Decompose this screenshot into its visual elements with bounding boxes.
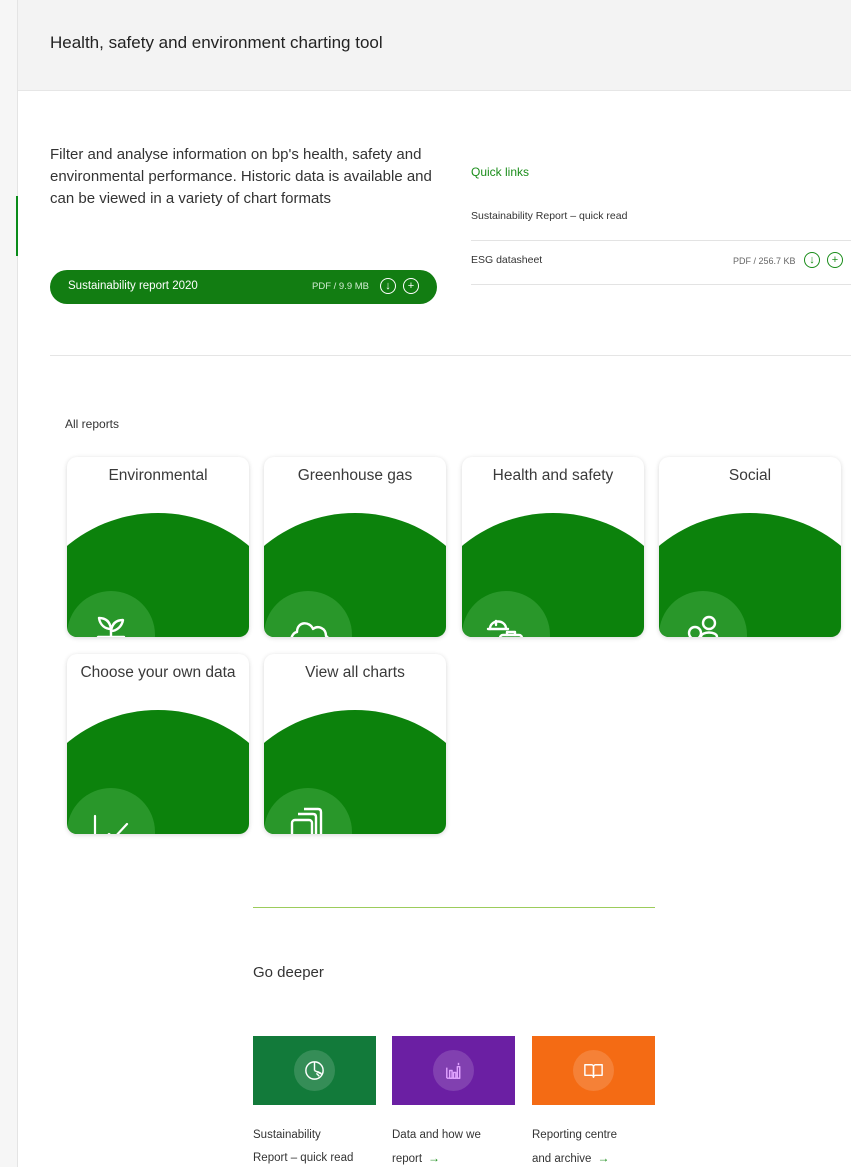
quick-link-label: Sustainability Report – quick read (471, 210, 628, 222)
stacked-cards-icon (264, 788, 352, 834)
tile-dome (67, 513, 249, 637)
card-thumbnail (253, 1036, 376, 1105)
card-line-1: Sustainability (253, 1129, 321, 1141)
tile-greenhouse-gas[interactable]: Greenhouse gas (264, 457, 446, 637)
go-deeper-card-sustainability-report[interactable]: Sustainability Report – quick read (253, 1036, 376, 1170)
tile-label: Choose your own data (80, 664, 236, 681)
all-reports-title: All reports (65, 417, 120, 431)
tile-dome (462, 513, 644, 637)
go-deeper-divider (253, 907, 655, 908)
hardhat-medkit-icon (462, 591, 550, 637)
go-deeper-card-data-and-how-we-report[interactable]: Data and how we report → (392, 1036, 515, 1171)
arrow-right-icon[interactable]: → (428, 1151, 440, 1165)
tile-environmental[interactable]: Environmental (67, 457, 249, 637)
card-text: Sustainability Report – quick read (253, 1124, 376, 1170)
tile-dome (264, 513, 446, 637)
sustainability-report-download[interactable]: Sustainability report 2020 PDF / 9.9 MB … (50, 270, 437, 304)
card-text: Reporting centre and archive → (532, 1124, 655, 1171)
card-line-1: Reporting centre (532, 1129, 618, 1141)
tile-dome (67, 710, 249, 834)
add-icon[interactable]: + (827, 252, 843, 268)
tile-social[interactable]: Social (659, 457, 841, 637)
quick-link-file-meta: PDF / 256.7 KB (733, 256, 796, 266)
plant-icon (67, 591, 155, 637)
tile-label: Social (728, 467, 772, 484)
quick-link-esg-datasheet[interactable]: ESG datasheet PDF / 256.7 KB ↓ + (471, 240, 851, 285)
add-icon[interactable]: + (403, 278, 419, 294)
card-text: Data and how we report → (392, 1124, 515, 1171)
left-frame (0, 0, 17, 1167)
card-line-2: and archive (532, 1153, 592, 1165)
quick-link-label: ESG datasheet (471, 254, 543, 266)
card-line-1: Data and how we (392, 1129, 481, 1141)
report-file-meta: PDF / 9.9 MB (312, 281, 370, 292)
tile-dome (659, 513, 841, 637)
line-chart-icon (67, 788, 155, 834)
card-thumbnail (392, 1036, 515, 1105)
go-deeper-card-reporting-centre[interactable]: Reporting centre and archive → (532, 1036, 655, 1171)
go-deeper-title: Go deeper (253, 964, 324, 981)
cloud-icon (264, 591, 352, 637)
section-marker (16, 196, 18, 256)
intro-text: Filter and analyse information on bp's h… (50, 146, 432, 207)
bar-chart-icon (433, 1050, 474, 1091)
tile-label: Health and safety (492, 467, 614, 484)
report-label: Sustainability report 2020 (68, 280, 198, 292)
arrow-right-icon[interactable]: → (597, 1151, 609, 1165)
tile-dome (264, 710, 446, 834)
quick-links-title: Quick links (471, 165, 530, 179)
tile-choose-your-own-data[interactable]: Choose your own data (67, 654, 249, 834)
tile-label: Greenhouse gas (297, 467, 413, 484)
tile-view-all-charts[interactable]: View all charts (264, 654, 446, 834)
left-frame-border (17, 0, 18, 1167)
quick-link-sustainability-report[interactable]: Sustainability Report – quick read (471, 196, 851, 241)
tile-health-and-safety[interactable]: Health and safety (462, 457, 644, 637)
tile-label: Environmental (108, 467, 208, 484)
page-header: Health, safety and environment charting … (18, 0, 851, 91)
download-icon[interactable]: ↓ (804, 252, 820, 268)
pie-chart-icon (294, 1050, 335, 1091)
open-book-icon (573, 1050, 614, 1091)
tile-label: View all charts (305, 664, 405, 681)
card-thumbnail (532, 1036, 655, 1105)
people-icon (659, 591, 747, 637)
card-line-2: Report – quick read (253, 1152, 354, 1164)
page-title: Health, safety and environment charting … (50, 33, 383, 52)
card-line-2: report (392, 1153, 423, 1165)
download-icon[interactable]: ↓ (380, 278, 396, 294)
section-divider (50, 355, 851, 356)
